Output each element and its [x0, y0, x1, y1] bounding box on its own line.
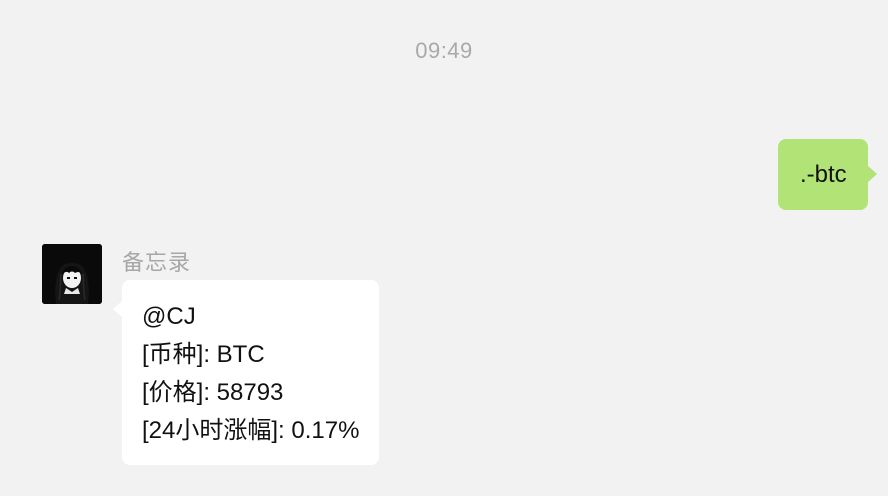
incoming-message-line-coin: [币种]: BTC: [142, 341, 265, 368]
incoming-message-bubble[interactable]: @CJ [币种]: BTC [价格]: 58793 [24小时涨幅]: 0.17…: [112, 280, 380, 465]
outgoing-message-bubble[interactable]: .-btc: [778, 139, 877, 210]
sender-avatar[interactable]: [42, 244, 102, 304]
incoming-message-line-price: [价格]: 58793: [142, 379, 284, 406]
outgoing-message-text: .-btc: [800, 160, 847, 188]
incoming-message-line-change: [24小时涨幅]: 0.17%: [142, 417, 360, 444]
sender-name: 备忘录: [122, 250, 192, 275]
anime-girl-avatar-icon: [42, 244, 102, 304]
message-timestamp: 09:49: [415, 38, 473, 63]
incoming-message-line-mention: @CJ: [142, 303, 196, 330]
